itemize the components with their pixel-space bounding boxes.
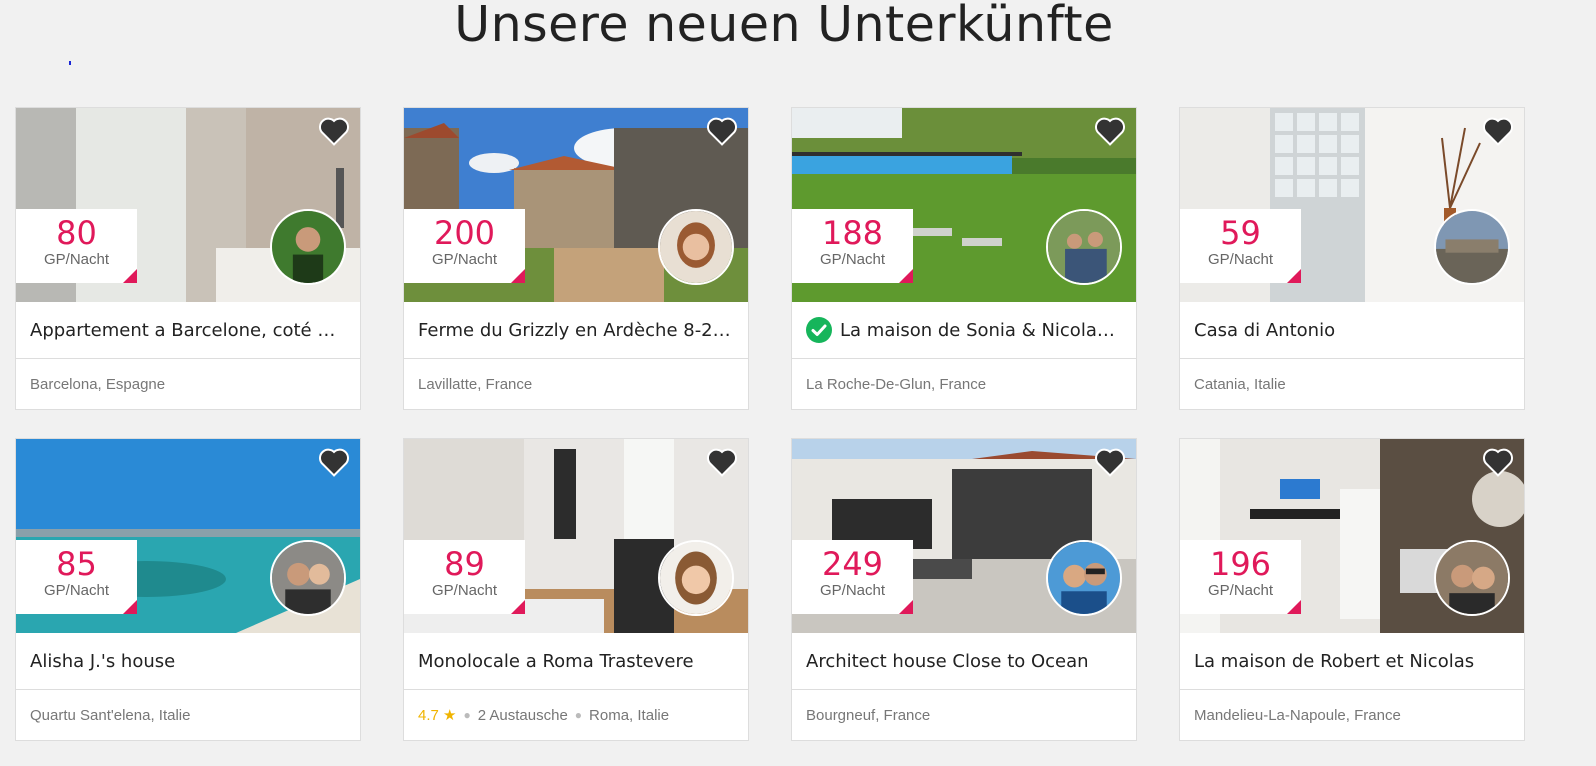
host-avatar[interactable]: [1434, 540, 1510, 616]
heart-icon[interactable]: [706, 446, 738, 478]
separator-dot: ●: [574, 708, 583, 722]
heart-icon[interactable]: [1094, 115, 1126, 147]
price-badge: 80 GP/Nacht: [16, 209, 137, 283]
host-avatar[interactable]: [270, 540, 346, 616]
listing-location: Quartu Sant'elena, Italie: [30, 706, 191, 724]
listing-title[interactable]: Monolocale a Roma Trastevere: [418, 651, 694, 672]
price-unit: GP/Nacht: [431, 582, 498, 599]
listing-location: Barcelona, Espagne: [30, 375, 166, 393]
listing-card[interactable]: 200 GP/Nacht Ferme du Grizzly en Ardèche…: [403, 107, 749, 410]
listing-location-row: 4.7 ★ ● 2 Austausche ● Roma, Italie: [404, 690, 748, 740]
listing-title[interactable]: Ferme du Grizzly en Ardèche 8-22p: [418, 320, 734, 341]
listing-card[interactable]: 89 GP/Nacht Monolocale a Roma Trastevere…: [403, 438, 749, 741]
listing-location: Mandelieu-La-Napoule, France: [1194, 706, 1401, 724]
listing-card[interactable]: 80 GP/Nacht Appartement a Barcelone, cot…: [15, 107, 361, 410]
rating: 4.7 ★: [418, 707, 457, 724]
heart-icon[interactable]: [1094, 446, 1126, 478]
listing-title[interactable]: Architect house Close to Ocean: [806, 651, 1089, 672]
price-corner-mark: [511, 600, 525, 614]
listing-location-row: Barcelona, Espagne: [16, 359, 360, 409]
exchange-count: 2 Austausche: [477, 706, 568, 724]
listing-card[interactable]: 59 GP/Nacht Casa di Antonio Catania, Ita…: [1179, 107, 1525, 410]
heart-icon[interactable]: [318, 446, 350, 478]
listing-card[interactable]: 188 GP/Nacht La maison de Sonia & Nicola…: [791, 107, 1137, 410]
price-value: 89: [444, 545, 485, 583]
price-unit: GP/Nacht: [1207, 251, 1274, 268]
price-value: 200: [433, 214, 496, 252]
cursor-artifact: [69, 61, 71, 65]
heart-icon[interactable]: [318, 115, 350, 147]
listing-title[interactable]: La maison de Sonia & Nicolas -...: [840, 320, 1122, 341]
price-badge: 89 GP/Nacht: [404, 540, 525, 614]
listing-title-row[interactable]: La maison de Robert et Nicolas: [1180, 633, 1524, 690]
listing-location: Roma, Italie: [589, 706, 670, 724]
listing-title[interactable]: La maison de Robert et Nicolas: [1194, 651, 1474, 672]
price-badge: 249 GP/Nacht: [792, 540, 913, 614]
price-badge: 188 GP/Nacht: [792, 209, 913, 283]
price-corner-mark: [123, 600, 137, 614]
listing-location-row: La Roche-De-Glun, France: [792, 359, 1136, 409]
price-unit: GP/Nacht: [819, 251, 886, 268]
price-corner-mark: [899, 600, 913, 614]
listing-location-row: Mandelieu-La-Napoule, France: [1180, 690, 1524, 740]
price-corner-mark: [899, 269, 913, 283]
host-avatar[interactable]: [270, 209, 346, 285]
listing-location-row: Catania, Italie: [1180, 359, 1524, 409]
heart-icon[interactable]: [1482, 115, 1514, 147]
price-unit: GP/Nacht: [43, 251, 110, 268]
price-badge: 196 GP/Nacht: [1180, 540, 1301, 614]
heart-icon[interactable]: [706, 115, 738, 147]
listing-location-row: Quartu Sant'elena, Italie: [16, 690, 360, 740]
price-value: 188: [821, 214, 884, 252]
listing-title-row[interactable]: Ferme du Grizzly en Ardèche 8-22p: [404, 302, 748, 359]
page-title: Unsere neuen Unterkünfte: [454, 0, 1114, 53]
verified-check-icon: [806, 317, 832, 343]
listing-title-row[interactable]: Appartement a Barcelone, coté m...: [16, 302, 360, 359]
price-badge: 85 GP/Nacht: [16, 540, 137, 614]
listing-title[interactable]: Casa di Antonio: [1194, 320, 1335, 341]
price-value: 196: [1209, 545, 1272, 583]
listing-location-row: Bourgneuf, France: [792, 690, 1136, 740]
price-unit: GP/Nacht: [431, 251, 498, 268]
price-badge: 200 GP/Nacht: [404, 209, 525, 283]
price-corner-mark: [1287, 600, 1301, 614]
listing-location: Bourgneuf, France: [806, 706, 931, 724]
price-value: 85: [56, 545, 97, 583]
host-avatar[interactable]: [658, 209, 734, 285]
host-avatar[interactable]: [1046, 540, 1122, 616]
listing-title-row[interactable]: La maison de Sonia & Nicolas -...: [792, 302, 1136, 359]
price-corner-mark: [1287, 269, 1301, 283]
listing-location-row: Lavillatte, France: [404, 359, 748, 409]
heart-icon[interactable]: [1482, 446, 1514, 478]
listing-title-row[interactable]: Monolocale a Roma Trastevere: [404, 633, 748, 690]
host-avatar[interactable]: [658, 540, 734, 616]
price-unit: GP/Nacht: [43, 582, 110, 599]
listing-location: La Roche-De-Glun, France: [806, 375, 987, 393]
price-unit: GP/Nacht: [819, 582, 886, 599]
price-value: 249: [821, 545, 884, 583]
listing-title-row[interactable]: Architect house Close to Ocean: [792, 633, 1136, 690]
listing-title-row[interactable]: Casa di Antonio: [1180, 302, 1524, 359]
price-value: 80: [56, 214, 97, 252]
price-corner-mark: [123, 269, 137, 283]
price-value: 59: [1220, 214, 1261, 252]
listing-location: Lavillatte, France: [418, 375, 533, 393]
listing-card[interactable]: 196 GP/Nacht La maison de Robert et Nico…: [1179, 438, 1525, 741]
listing-card[interactable]: 249 GP/Nacht Architect house Close to Oc…: [791, 438, 1137, 741]
price-unit: GP/Nacht: [1207, 582, 1274, 599]
price-corner-mark: [511, 269, 525, 283]
price-badge: 59 GP/Nacht: [1180, 209, 1301, 283]
listing-card[interactable]: 85 GP/Nacht Alisha J.'s house Quartu San…: [15, 438, 361, 741]
listing-title[interactable]: Alisha J.'s house: [30, 651, 175, 672]
listing-title-row[interactable]: Alisha J.'s house: [16, 633, 360, 690]
listing-title[interactable]: Appartement a Barcelone, coté m...: [30, 320, 346, 341]
listing-location: Catania, Italie: [1194, 375, 1286, 393]
host-avatar[interactable]: [1434, 209, 1510, 285]
separator-dot: ●: [463, 708, 471, 722]
host-avatar[interactable]: [1046, 209, 1122, 285]
